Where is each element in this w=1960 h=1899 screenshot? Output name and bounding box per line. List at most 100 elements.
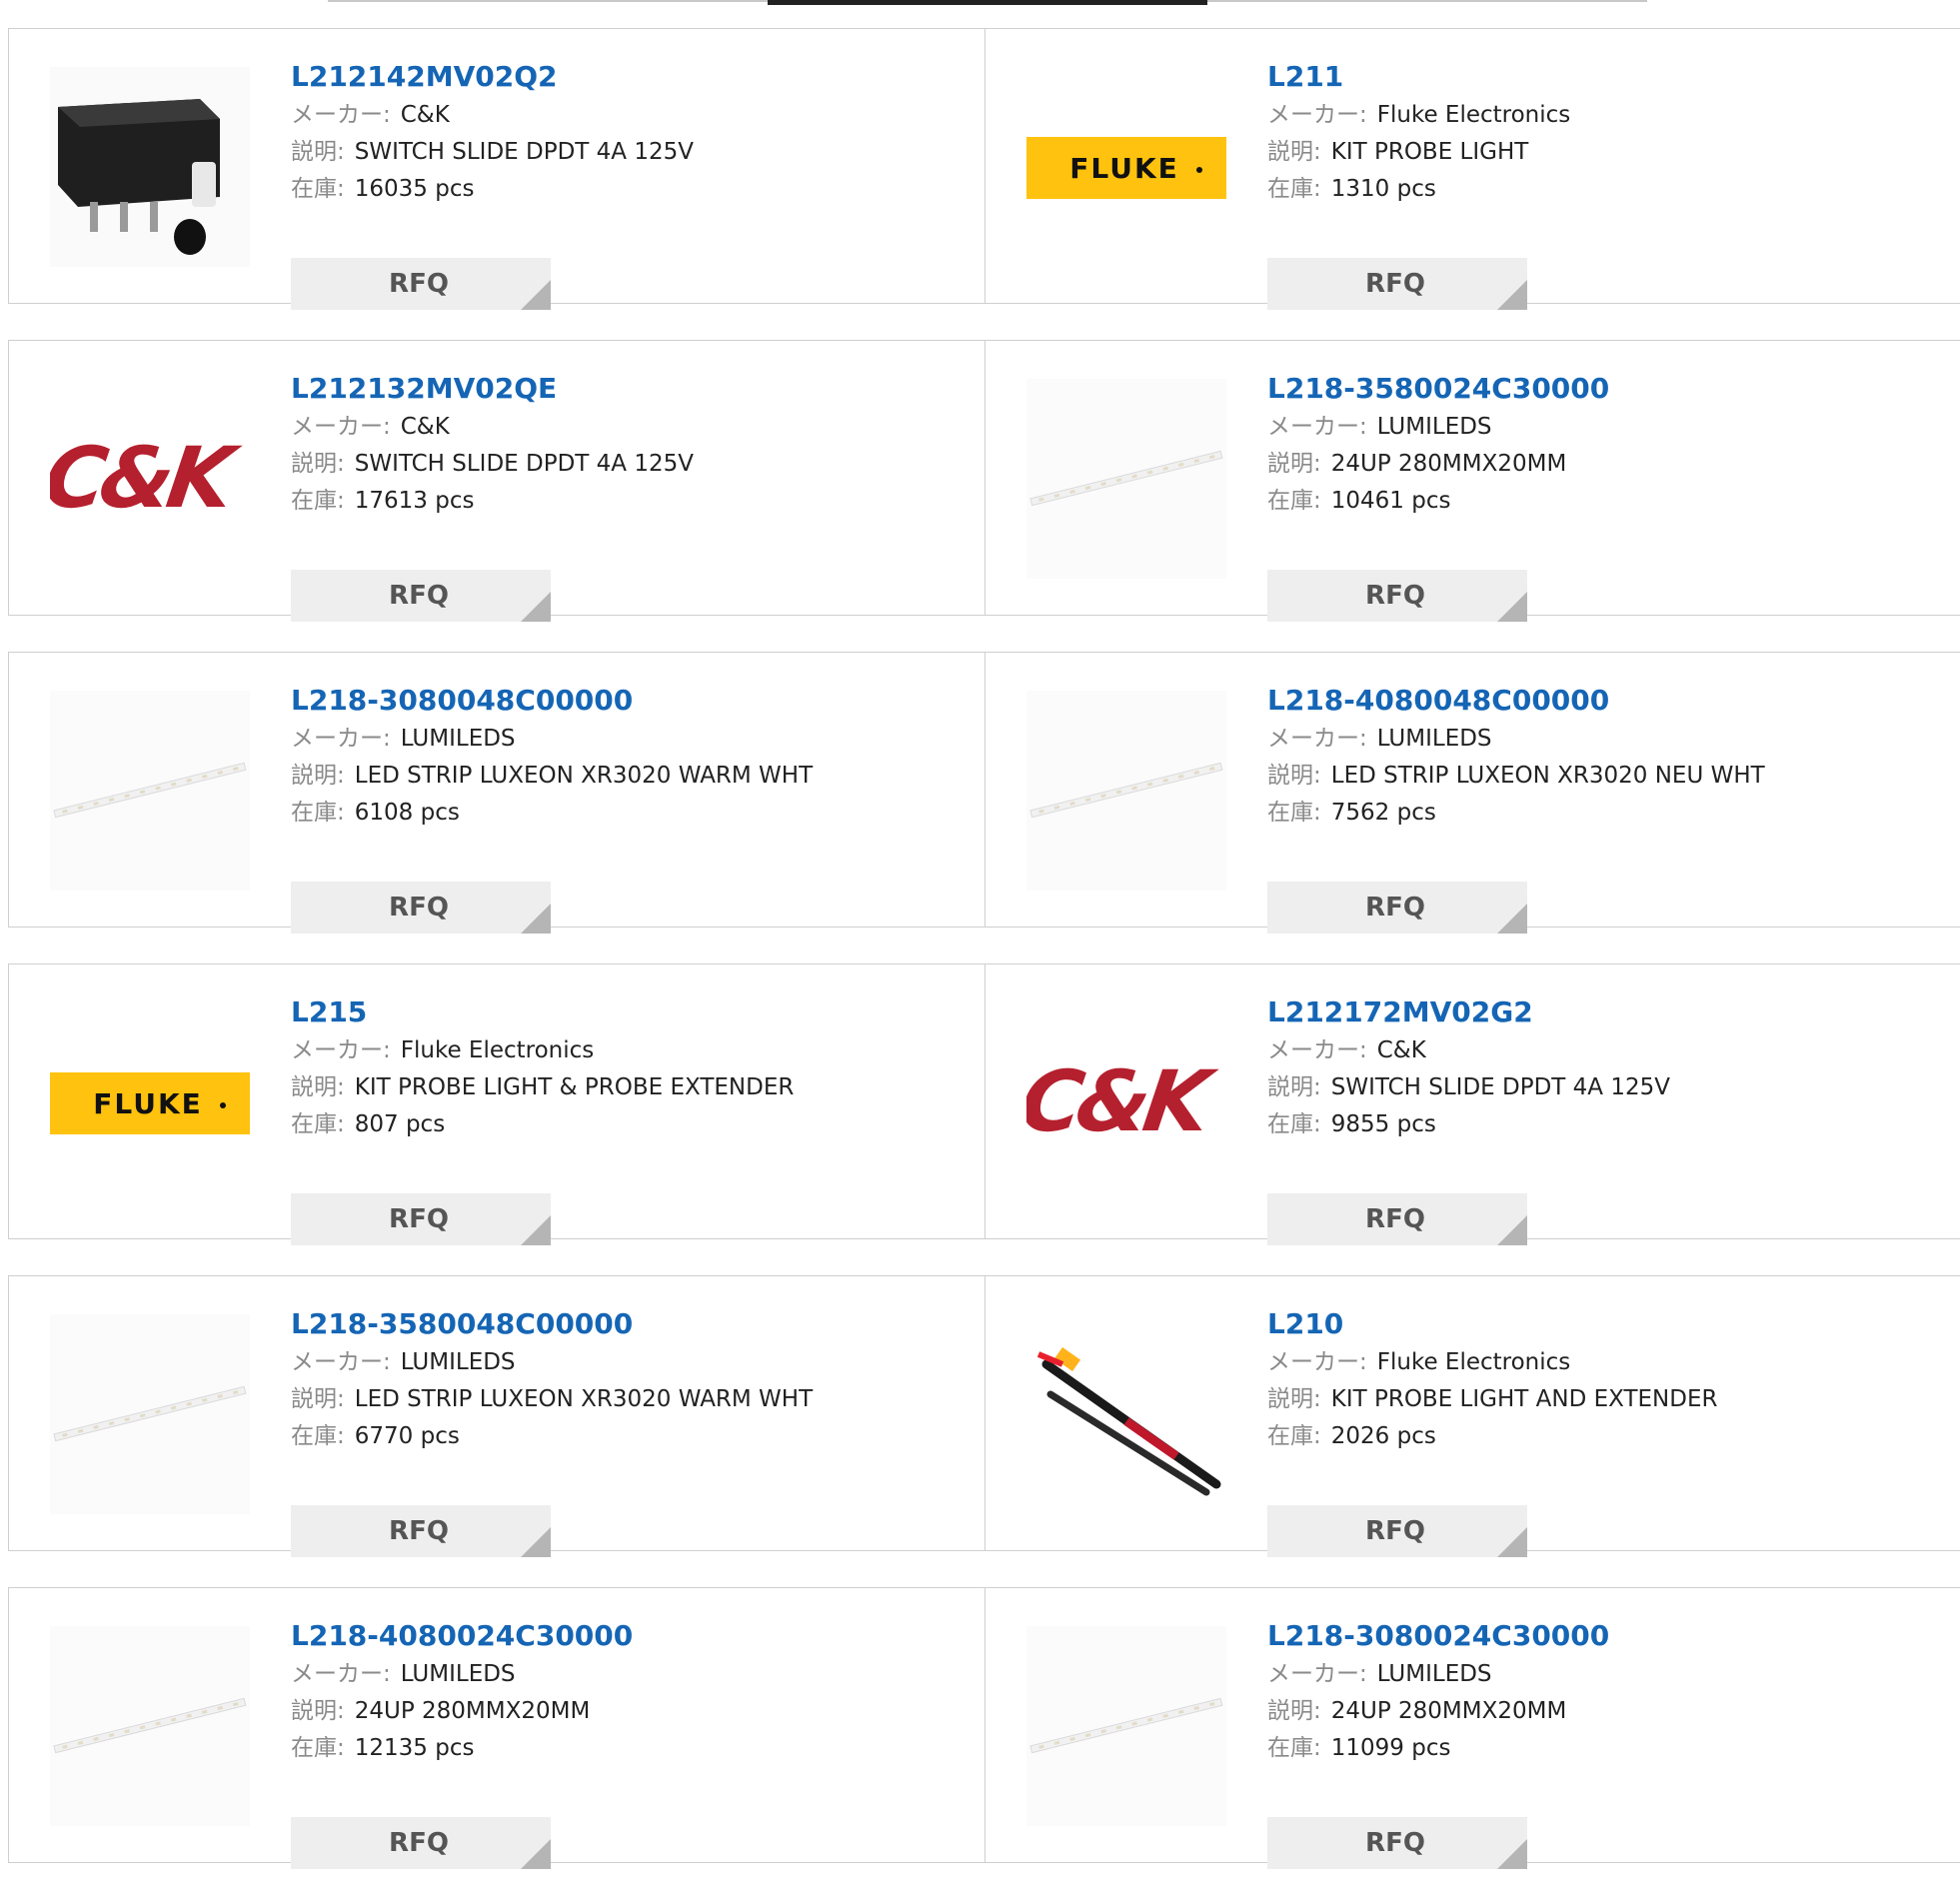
separator: : [383, 1349, 391, 1375]
product-row: FLUKE L215 メーカー: Fluke Electronics 説明: KIT… [8, 963, 1960, 1245]
separator: : [337, 1111, 345, 1137]
maker-value: LUMILEDS [400, 726, 516, 752]
ck-logo: C&K [50, 429, 245, 527]
product-image[interactable] [1026, 1626, 1226, 1826]
separator: : [383, 726, 391, 752]
product-card: L218-4080048C00000 メーカー: LUMILEDS 説明: LED … [985, 652, 1960, 934]
rfq-button[interactable]: RFQ [1267, 1505, 1527, 1557]
separator: : [1359, 1661, 1367, 1687]
product-image[interactable] [1026, 379, 1226, 579]
rfq-label: RFQ [389, 1516, 449, 1546]
ck-logo: C&K [1026, 1052, 1221, 1150]
description-line: 説明: KIT PROBE LIGHT AND EXTENDER [1267, 1381, 1927, 1418]
maker-line: メーカー: LUMILEDS [1267, 409, 1927, 446]
separator: : [383, 1037, 391, 1063]
description-label: 説明 [291, 763, 337, 789]
separator: : [337, 176, 345, 202]
product-image[interactable] [50, 691, 250, 891]
part-number-link[interactable]: L218-3580024C30000 [1267, 369, 1927, 409]
product-image[interactable] [50, 1626, 250, 1826]
stock-label: 在庫 [1267, 1735, 1313, 1761]
separator: : [1313, 1698, 1321, 1724]
maker-value: Fluke Electronics [400, 1037, 595, 1063]
product-image[interactable]: C&K [50, 379, 250, 579]
corner-triangle-icon [521, 904, 551, 934]
maker-label: メーカー [1267, 1661, 1359, 1687]
maker-value: C&K [400, 102, 450, 128]
separator: : [383, 1661, 391, 1687]
rfq-button[interactable]: RFQ [1267, 570, 1527, 622]
part-number-link[interactable]: L218-4080048C00000 [1267, 681, 1927, 721]
rfq-label: RFQ [389, 581, 449, 611]
rfq-button[interactable]: RFQ [1267, 1193, 1527, 1245]
product-image[interactable]: FLUKE [1026, 67, 1226, 267]
part-number-link[interactable]: L215 [291, 992, 951, 1032]
separator: : [383, 102, 391, 128]
product-card: L218-3580024C30000 メーカー: LUMILEDS 説明: 24UP… [985, 340, 1960, 622]
product-image[interactable]: C&K [1026, 1002, 1226, 1202]
svg-text:C&K: C&K [1026, 1052, 1221, 1150]
separator: : [337, 1698, 345, 1724]
stock-value: 16035 pcs [354, 176, 475, 202]
rfq-button[interactable]: RFQ [291, 1817, 551, 1869]
rfq-button[interactable]: RFQ [291, 1505, 551, 1557]
corner-triangle-icon [1497, 904, 1527, 934]
separator: : [383, 414, 391, 440]
description-label: 説明 [1267, 139, 1313, 165]
part-number-link[interactable]: L218-4080024C30000 [291, 1616, 951, 1656]
part-number-link[interactable]: L218-3580048C00000 [291, 1304, 951, 1344]
separator: : [337, 800, 345, 826]
description-line: 説明: 24UP 280MMX20MM [1267, 446, 1927, 483]
part-number-link[interactable]: L212132MV02QE [291, 369, 951, 409]
led-strip-photo [50, 1314, 250, 1514]
stock-value: 6770 pcs [354, 1423, 460, 1449]
separator: : [1359, 1349, 1367, 1375]
rfq-button[interactable]: RFQ [291, 570, 551, 622]
product-row: L218-3580048C00000 メーカー: LUMILEDS 説明: LED … [8, 1275, 1960, 1557]
maker-label: メーカー [1267, 414, 1359, 440]
part-number-link[interactable]: L218-3080024C30000 [1267, 1616, 1927, 1656]
product-card: FLUKE L211 メーカー: Fluke Electronics 説明: KIT… [985, 28, 1960, 310]
maker-line: メーカー: C&K [291, 409, 951, 446]
stock-label: 在庫 [1267, 488, 1313, 514]
rfq-button[interactable]: RFQ [291, 882, 551, 934]
separator: : [337, 1735, 345, 1761]
product-image[interactable] [1026, 1314, 1226, 1514]
part-number-link[interactable]: L211 [1267, 57, 1927, 97]
part-number-link[interactable]: L218-3080048C00000 [291, 681, 951, 721]
rfq-button[interactable]: RFQ [1267, 258, 1527, 310]
maker-line: メーカー: LUMILEDS [291, 1344, 951, 1381]
description-line: 説明: KIT PROBE LIGHT & PROBE EXTENDER [291, 1069, 951, 1106]
product-image[interactable] [50, 1314, 250, 1514]
stock-line: 在庫: 6108 pcs [291, 795, 951, 832]
rfq-label: RFQ [1365, 581, 1425, 611]
rfq-button[interactable]: RFQ [291, 258, 551, 310]
maker-line: メーカー: C&K [291, 97, 951, 134]
corner-triangle-icon [1497, 280, 1527, 310]
maker-line: メーカー: Fluke Electronics [1267, 97, 1927, 134]
maker-line: メーカー: LUMILEDS [291, 721, 951, 758]
description-label: 説明 [1267, 1698, 1313, 1724]
stock-line: 在庫: 807 pcs [291, 1106, 951, 1143]
active-tab-indicator [768, 0, 1207, 5]
rfq-button[interactable]: RFQ [1267, 1817, 1527, 1869]
stock-line: 在庫: 2026 pcs [1267, 1418, 1927, 1455]
product-card: C&K L212172MV02G2 メーカー: C&K 説明: SWITCH SLI… [985, 963, 1960, 1245]
rfq-label: RFQ [389, 1828, 449, 1858]
part-number-link[interactable]: L212142MV02Q2 [291, 57, 951, 97]
rfq-button[interactable]: RFQ [1267, 882, 1527, 934]
product-row: L218-3080048C00000 メーカー: LUMILEDS 説明: LED … [8, 652, 1960, 934]
product-image[interactable] [1026, 691, 1226, 891]
separator: : [1313, 176, 1321, 202]
part-number-link[interactable]: L210 [1267, 1304, 1927, 1344]
product-image[interactable]: FLUKE [50, 1002, 250, 1202]
stock-line: 在庫: 16035 pcs [291, 171, 951, 208]
description-label: 説明 [1267, 763, 1313, 789]
separator: : [1313, 1111, 1321, 1137]
part-number-link[interactable]: L212172MV02G2 [1267, 992, 1927, 1032]
maker-value: LUMILEDS [1376, 726, 1492, 752]
maker-label: メーカー [291, 726, 383, 752]
description-line: 説明: KIT PROBE LIGHT [1267, 134, 1927, 171]
rfq-button[interactable]: RFQ [291, 1193, 551, 1245]
product-image[interactable] [50, 67, 250, 267]
